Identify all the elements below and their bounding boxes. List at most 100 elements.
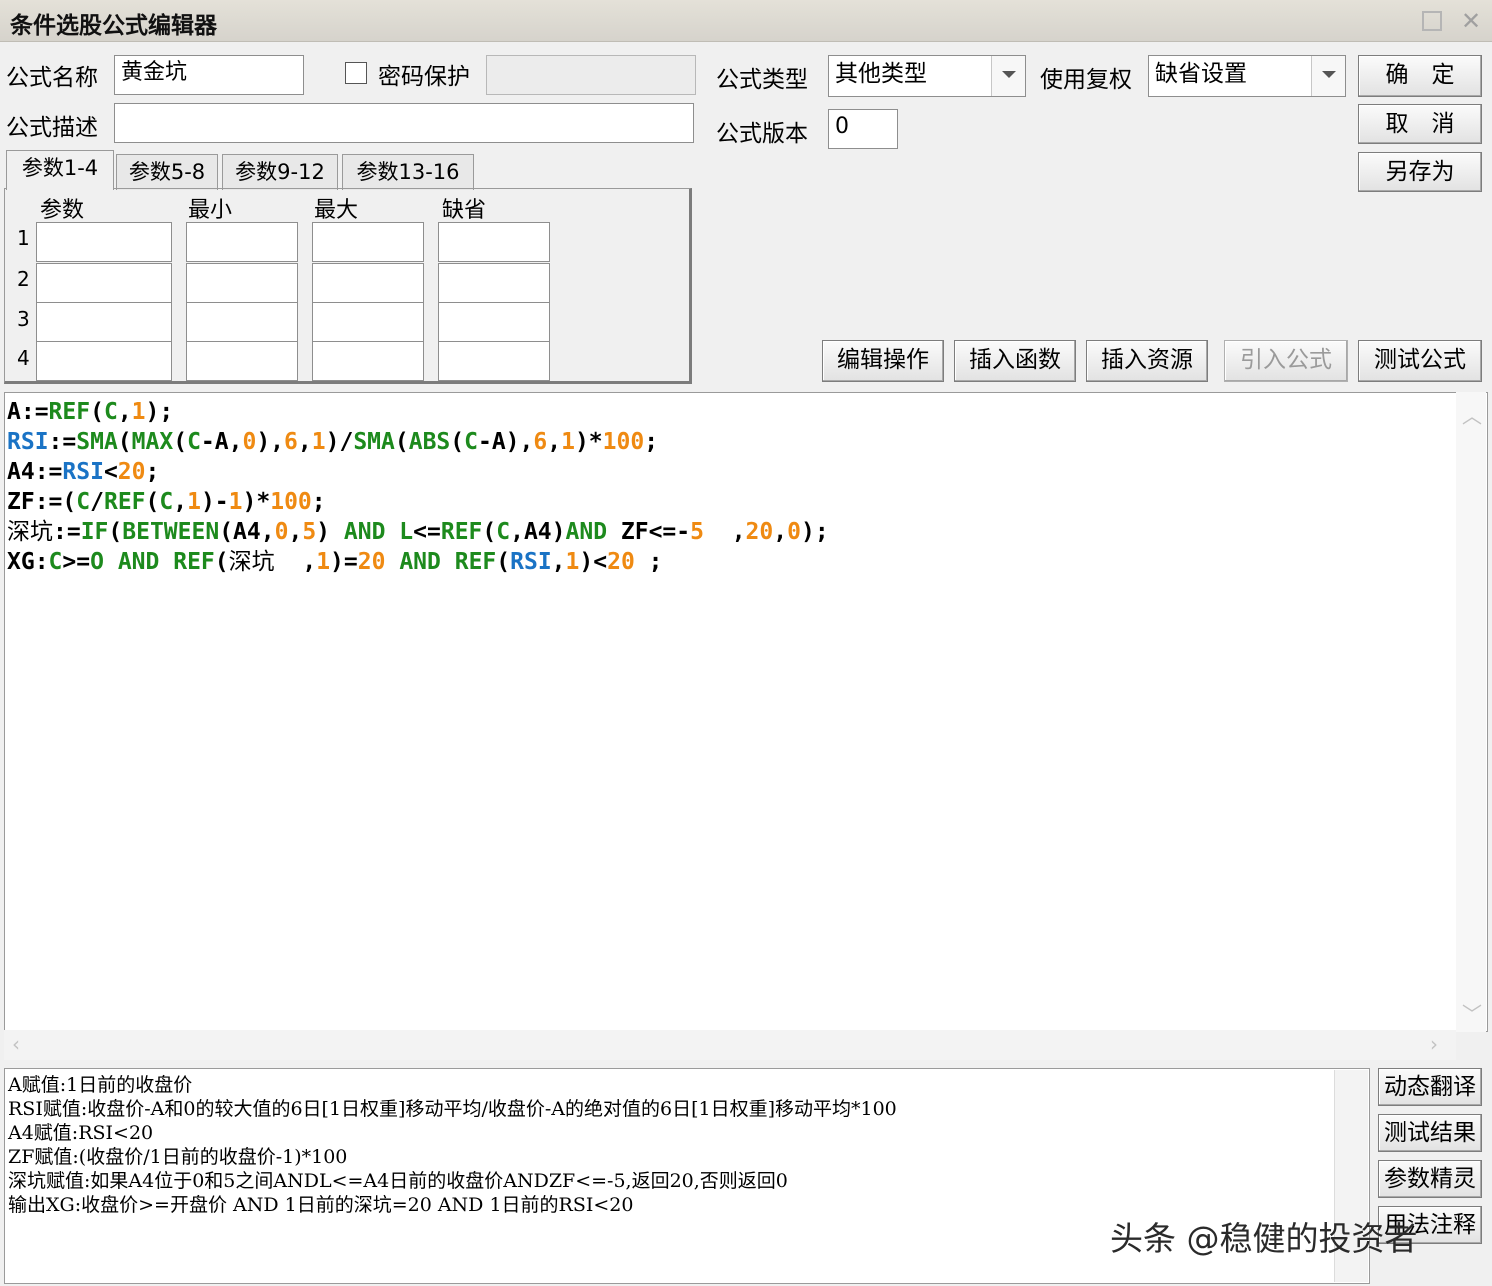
explanation-line: ZF赋值:(收盘价/1日前的收盘价-1)*100 [8, 1146, 348, 1168]
code-token: 20 [607, 549, 635, 575]
code-token: ; [634, 549, 663, 575]
save-as-button[interactable]: 另存为 [1358, 152, 1482, 192]
formula-version-input[interactable]: 0 [828, 109, 898, 149]
import-formula-button[interactable]: 引入公式 [1224, 340, 1348, 382]
code-token: ZF<=- [607, 519, 691, 545]
test-result-button[interactable]: 测试结果 [1378, 1114, 1482, 1152]
code-token: , [547, 429, 562, 455]
tab-params-5-8[interactable]: 参数5-8 [116, 154, 218, 190]
param-cell[interactable] [186, 341, 298, 381]
password-checkbox[interactable] [345, 62, 367, 84]
code-token: AND [343, 519, 386, 545]
code-token: C [48, 549, 63, 575]
insert-resource-button[interactable]: 插入资源 [1086, 340, 1208, 382]
close-icon[interactable]: ✕ [1458, 8, 1484, 34]
scroll-up-icon[interactable]: ︿ [1462, 400, 1482, 429]
editor-vertical-scrollbar[interactable]: ︿ ﹀ [1456, 392, 1486, 1032]
formula-name-input[interactable]: 黄金坑 [114, 55, 304, 95]
code-line: A4:=RSI<20; [7, 457, 159, 487]
code-token: IF [80, 519, 109, 545]
scroll-down-icon[interactable]: ﹀ [1462, 998, 1482, 1027]
rights-select[interactable]: 缺省设置 [1148, 55, 1346, 97]
scroll-right-icon[interactable]: › [1430, 1032, 1438, 1056]
code-token: -A), [477, 429, 534, 455]
param-cell[interactable] [36, 263, 172, 303]
code-token: C [464, 429, 478, 455]
param-cell[interactable] [438, 302, 550, 342]
code-token: RSI [510, 549, 552, 575]
title-bar: 条件选股公式编辑器 ✕ [0, 0, 1492, 42]
param-cell[interactable] [186, 302, 298, 342]
code-token: -A, [200, 429, 243, 455]
code-token: AND [565, 519, 608, 545]
code-token: 0 [274, 519, 289, 545]
code-token: < [103, 459, 118, 485]
code-token: , [704, 519, 746, 545]
code-token: ,A4) [510, 519, 566, 545]
code-token: 1 [561, 429, 575, 455]
chevron-down-icon[interactable] [1311, 56, 1345, 96]
test-formula-button[interactable]: 测试公式 [1358, 340, 1482, 382]
tab-params-13-16[interactable]: 参数13-16 [342, 154, 474, 190]
code-line: 深坑:=IF(BETWEEN(A4,0,5) AND L<=REF(C,A4)A… [7, 517, 829, 547]
formula-desc-input[interactable] [114, 103, 694, 143]
watermark: 头条 @稳健的投资者 [1110, 1219, 1418, 1258]
param-cell[interactable] [186, 263, 298, 303]
param-cell[interactable] [312, 341, 424, 381]
code-token: , [297, 429, 312, 455]
edit-operations-button[interactable]: 编辑操作 [822, 340, 944, 382]
code-token: <= [413, 519, 441, 545]
param-cell[interactable] [438, 222, 550, 262]
param-cell[interactable] [312, 263, 424, 303]
code-token: >= [62, 549, 91, 575]
param-cell[interactable] [312, 302, 424, 342]
code-token: , [288, 519, 303, 545]
param-cell[interactable] [438, 263, 550, 303]
formula-version-label: 公式版本 [716, 121, 808, 147]
param-wizard-button[interactable]: 参数精灵 [1378, 1160, 1482, 1198]
password-input[interactable] [486, 55, 696, 95]
param-header-min: 最小 [188, 198, 233, 223]
param-row-number: 2 [17, 267, 30, 291]
code-token: 0 [787, 519, 801, 545]
code-token: )/ [325, 429, 354, 455]
tab-params-1-4[interactable]: 参数1-4 [6, 150, 114, 190]
param-cell[interactable] [36, 302, 172, 342]
ok-button[interactable]: 确 定 [1358, 55, 1482, 97]
tab-params-9-12[interactable]: 参数9-12 [222, 154, 338, 190]
code-token: (A4, [219, 519, 275, 545]
code-token: 1 [565, 549, 580, 575]
param-cell[interactable] [312, 222, 424, 262]
dynamic-translate-button[interactable]: 动态翻译 [1378, 1068, 1482, 1106]
param-cell[interactable] [186, 222, 298, 262]
code-line: RSI:=SMA(MAX(C-A,0),6,1)/SMA(ABS(C-A),6,… [7, 427, 658, 457]
code-line: ZF:=(C/REF(C,1)-1)*100; [7, 487, 326, 517]
chevron-down-icon[interactable] [991, 56, 1025, 96]
code-token: A4:= [7, 459, 63, 485]
formula-desc-label: 公式描述 [6, 115, 98, 141]
param-cell[interactable] [36, 222, 172, 262]
editor-horizontal-scrollbar[interactable]: ‹ › [4, 1030, 1456, 1060]
param-cell[interactable] [438, 341, 550, 381]
maximize-icon[interactable] [1422, 11, 1442, 31]
scroll-left-icon[interactable]: ‹ [12, 1032, 20, 1056]
param-cell[interactable] [36, 341, 172, 381]
code-token: A:= [7, 399, 49, 425]
insert-function-button[interactable]: 插入函数 [954, 340, 1076, 382]
formula-type-select[interactable]: 其他类型 [828, 55, 1026, 97]
password-label: 密码保护 [378, 64, 470, 90]
code-token: / [90, 489, 104, 515]
explanation-line: 深坑赋值:如果A4位于0和5之间ANDL<=A4日前的收盘价ANDZF<=-5,… [8, 1170, 788, 1192]
code-token: L [399, 519, 414, 545]
code-token: XG: [7, 549, 49, 575]
code-token: ABS [408, 429, 451, 455]
code-token: C [496, 519, 511, 545]
formula-editor[interactable]: A:=REF(C,1); RSI:=SMA(MAX(C-A,0),6,1)/SMA… [4, 392, 1488, 1032]
cancel-button[interactable]: 取 消 [1358, 104, 1482, 144]
code-token: SMA [76, 429, 118, 455]
formula-name-label: 公式名称 [6, 65, 98, 91]
